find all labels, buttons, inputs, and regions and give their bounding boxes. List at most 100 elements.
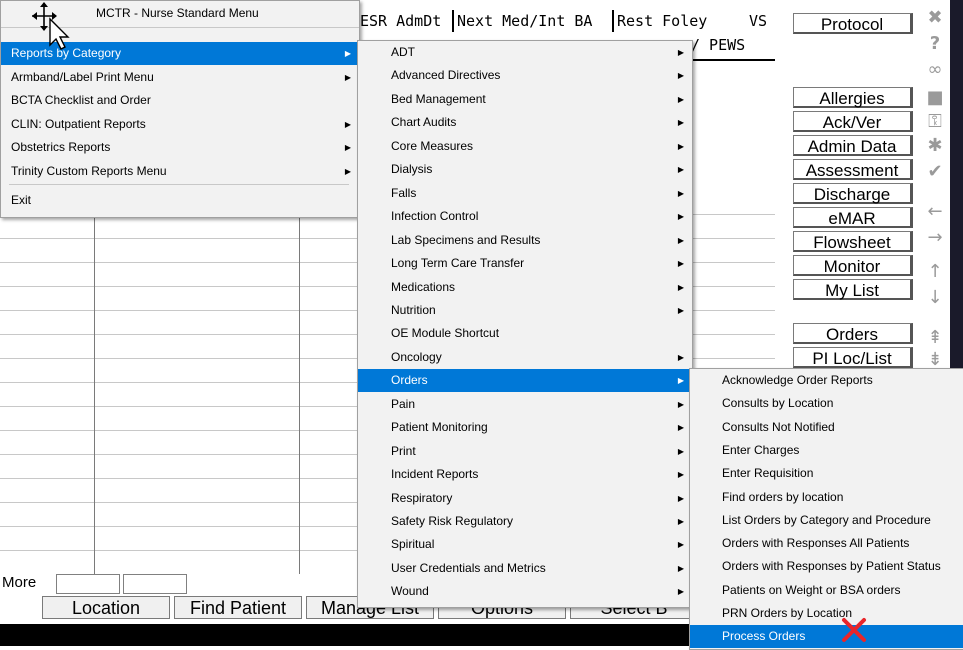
column-header-esr-admdt[interactable]: ESR AdmDt — [355, 10, 452, 32]
tag-icon[interactable]: ■ — [924, 88, 946, 108]
arrow-right-icon[interactable]: → — [924, 228, 946, 248]
menu-item-user-credentials-and-metrics[interactable]: User Credentials and Metrics ▶ — [358, 557, 692, 580]
menu-item-enter-requisition[interactable]: Enter Requisition — [690, 462, 963, 485]
ack-ver-button[interactable]: Ack/Ver — [793, 111, 913, 132]
menu-item-wound[interactable]: Wound ▶ — [358, 580, 692, 603]
menu-item-advanced-directives[interactable]: Advanced Directives ▶ — [358, 64, 692, 87]
menu-item-adt[interactable]: ADT ▶ — [358, 41, 692, 64]
menu-item-label: BCTA Checklist and Order — [11, 93, 151, 107]
menu-item-enter-charges[interactable]: Enter Charges — [690, 439, 963, 462]
menu-item-label: Find orders by location — [722, 489, 844, 504]
menu-item-prn-orders-by-location[interactable]: PRN Orders by Location — [690, 602, 963, 625]
protocol-button[interactable]: Protocol — [793, 13, 913, 34]
menu-item-bcta-checklist-and-order[interactable]: BCTA Checklist and Order — [1, 89, 359, 112]
menu-item-label: Orders with Responses by Patient Status — [722, 559, 941, 574]
menu-item-incident-reports[interactable]: Incident Reports ▶ — [358, 463, 692, 486]
menu-item-label: Consults Not Notified — [722, 419, 835, 434]
menu-item-label: Long Term Care Transfer — [391, 256, 525, 271]
menu-item-long-term-care-transfer[interactable]: Long Term Care Transfer ▶ — [358, 252, 692, 275]
menu-item-list-orders-by-category-and-procedure[interactable]: List Orders by Category and Procedure — [690, 509, 963, 532]
submenu-arrow-icon: ▶ — [677, 235, 684, 245]
pi-loc-list-button[interactable]: PI Loc/List — [793, 347, 913, 368]
menu-item-consults-not-notified[interactable]: Consults Not Notified — [690, 416, 963, 439]
arrow-up-icon[interactable]: ↑ — [924, 262, 946, 282]
scroll-down-icon[interactable]: ⇟ — [924, 350, 946, 370]
menu-item-falls[interactable]: Falls ▶ — [358, 182, 692, 205]
menu-item-orders-with-responses-by-patient-status[interactable]: Orders with Responses by Patient Status — [690, 555, 963, 578]
menu-item-label: Process Orders — [722, 629, 806, 644]
menu-item-safety-risk-regulatory[interactable]: Safety Risk Regulatory ▶ — [358, 510, 692, 533]
menu-item-acknowledge-order-reports[interactable]: Acknowledge Order Reports — [690, 369, 963, 392]
window-edge — [950, 0, 963, 370]
menu-item-label: Trinity Custom Reports Menu — [11, 163, 167, 178]
menu-item-obstetrics-reports[interactable]: Obstetrics Reports ▶ — [1, 136, 359, 159]
allergies-button[interactable]: Allergies — [793, 87, 913, 108]
arrow-left-icon[interactable]: ← — [924, 202, 946, 222]
menu-item-respiratory[interactable]: Respiratory ▶ — [358, 487, 692, 510]
location-button[interactable]: Location — [42, 596, 170, 619]
more-field-1[interactable] — [56, 574, 120, 594]
arrow-down-icon[interactable]: ↓ — [924, 288, 946, 308]
emar-button[interactable]: eMAR — [793, 207, 913, 228]
submenu-arrow-icon: ▶ — [677, 540, 684, 550]
column-header-pews[interactable]: / PEWS — [691, 34, 745, 56]
column-divider — [94, 214, 95, 574]
menu-title: MCTR - Nurse Standard Menu — [96, 6, 259, 20]
action-button-panel: Protocol Allergies Ack/Ver Admin Data As… — [775, 0, 920, 370]
monitor-button[interactable]: Monitor — [793, 255, 913, 276]
my-list-button[interactable]: My List — [793, 279, 913, 300]
menu-item-find-orders-by-location[interactable]: Find orders by location — [690, 486, 963, 509]
menu-item-chart-audits[interactable]: Chart Audits ▶ — [358, 111, 692, 134]
menu-item-nutrition[interactable]: Nutrition ▶ — [358, 299, 692, 322]
menu-item-infection-control[interactable]: Infection Control ▶ — [358, 205, 692, 228]
submenu-arrow-icon: ▶ — [677, 282, 684, 292]
menu-item-oncology[interactable]: Oncology ▶ — [358, 346, 692, 369]
submenu-arrow-icon: ▶ — [677, 188, 684, 198]
admin-data-button[interactable]: Admin Data — [793, 135, 913, 156]
menu-item-label: Enter Requisition — [722, 466, 814, 481]
menu-item-bed-management[interactable]: Bed Management ▶ — [358, 88, 692, 111]
more-label: More — [2, 574, 37, 591]
scroll-up-icon[interactable]: ⇞ — [924, 328, 946, 348]
discharge-button[interactable]: Discharge — [793, 183, 913, 204]
menu-item-consults-by-location[interactable]: Consults by Location — [690, 392, 963, 415]
menu-item-orders-with-responses-all-patients[interactable]: Orders with Responses All Patients — [690, 532, 963, 555]
menu-item-label: Oncology — [391, 349, 442, 364]
menu-item-label: Infection Control — [391, 209, 479, 224]
menu-item-spiritual[interactable]: Spiritual ▶ — [358, 533, 692, 556]
menu-item-label: Armband/Label Print Menu — [11, 69, 154, 84]
binoculars-icon[interactable]: ∞ — [924, 60, 946, 80]
menu-item-medications[interactable]: Medications ▶ — [358, 276, 692, 299]
assessment-button[interactable]: Assessment — [793, 159, 913, 180]
menu-item-label: Incident Reports — [391, 467, 479, 482]
keys-icon[interactable]: ⚿ — [924, 112, 946, 132]
menu-item-armband-label-print-menu[interactable]: Armband/Label Print Menu ▶ — [1, 66, 359, 89]
menu-item-label: Wound — [391, 584, 429, 599]
check-all-icon[interactable]: ✔ — [924, 162, 946, 182]
menu-item-trinity-custom-reports-menu[interactable]: Trinity Custom Reports Menu ▶ — [1, 160, 359, 183]
menu-item-exit[interactable]: Exit — [1, 189, 359, 212]
menu-item-lab-specimens-and-results[interactable]: Lab Specimens and Results ▶ — [358, 229, 692, 252]
menu-item-process-orders[interactable]: Process Orders — [690, 625, 963, 649]
menu-item-pain[interactable]: Pain ▶ — [358, 393, 692, 416]
orders-button[interactable]: Orders — [793, 323, 913, 344]
gear-icon[interactable]: ✱ — [924, 136, 946, 156]
find-patient-button[interactable]: Find Patient — [174, 596, 302, 619]
close-icon[interactable]: ✖ — [924, 8, 946, 28]
more-field-2[interactable] — [123, 574, 187, 594]
menu-item-patients-on-weight-or-bsa-orders[interactable]: Patients on Weight or BSA orders — [690, 579, 963, 602]
help-icon[interactable]: ? — [924, 34, 946, 54]
menu-item-orders[interactable]: Orders ▶ — [358, 369, 692, 393]
column-header-next-med[interactable]: Next Med/Int BA — [452, 10, 612, 32]
column-header-rest-foley[interactable]: Rest Foley — [612, 10, 727, 32]
flowsheet-button[interactable]: Flowsheet — [793, 231, 913, 252]
menu-item-oe-module-shortcut[interactable]: OE Module Shortcut — [358, 322, 692, 345]
menu-item-dialysis[interactable]: Dialysis ▶ — [358, 158, 692, 181]
menu-item-print[interactable]: Print ▶ — [358, 440, 692, 463]
submenu-arrow-icon: ▶ — [677, 165, 684, 175]
menu-item-clin-outpatient-reports[interactable]: CLIN: Outpatient Reports ▶ — [1, 113, 359, 136]
submenu-arrow-icon: ▶ — [344, 166, 351, 176]
side-toolbar: ✖ ? ∞ ■ ⚿ ✱ ✔ ← → ↑ ↓ ⇞ ⇟ — [920, 0, 950, 370]
menu-item-patient-monitoring[interactable]: Patient Monitoring ▶ — [358, 416, 692, 439]
menu-item-core-measures[interactable]: Core Measures ▶ — [358, 135, 692, 158]
